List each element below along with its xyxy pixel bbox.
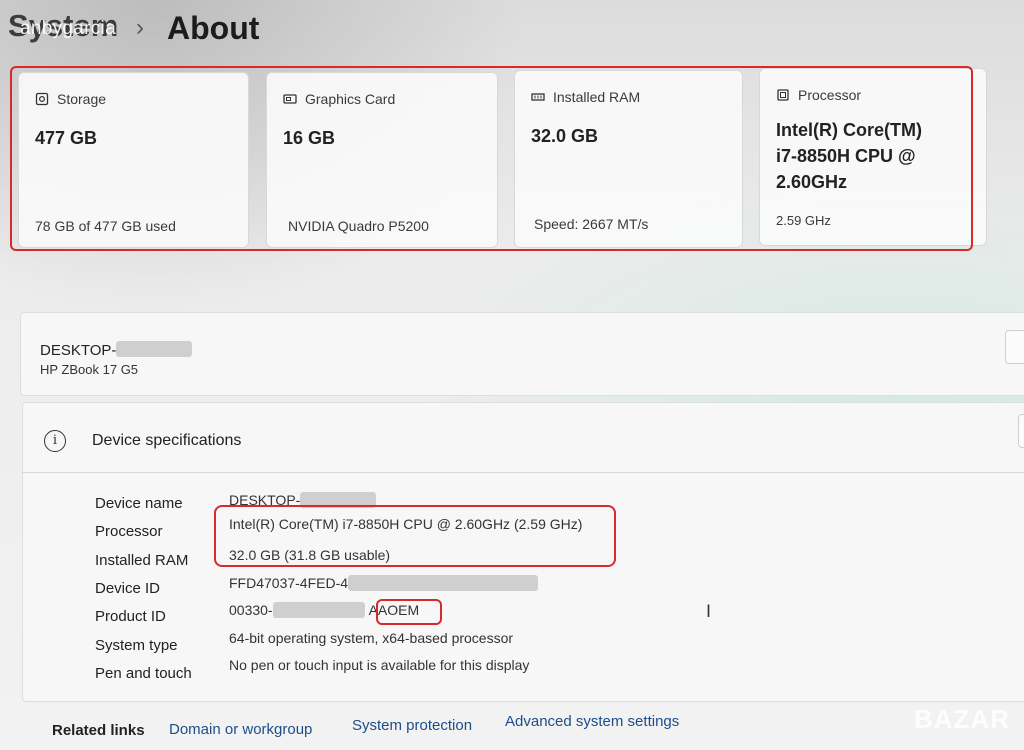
spec-label-installed-ram: Installed RAM	[95, 552, 189, 569]
spec-label-system-type: System type	[95, 637, 178, 654]
spec-value-system-type: 64-bit operating system, x64-based proce…	[229, 630, 514, 646]
spec-value-pen-and-touch: No pen or touch input is available for t…	[229, 657, 530, 673]
device-name-text: DESKTOP-	[40, 342, 117, 359]
spec-label-pen-and-touch: Pen and touch	[95, 665, 192, 682]
system-protection-link[interactable]: System protection	[352, 717, 472, 734]
rename-button[interactable]	[1005, 330, 1024, 364]
spec-value-product-id-text: 00330-	[229, 602, 273, 618]
spec-label-device-id: Device ID	[95, 580, 161, 597]
spec-label-processor: Processor	[95, 523, 163, 540]
spec-value-device-id-text: FFD47037-4FED-4	[229, 575, 349, 591]
info-icon: i	[44, 430, 66, 452]
cards-highlight	[10, 66, 973, 251]
redacted-blur	[116, 341, 193, 357]
spec-label-product-id: Product ID	[95, 608, 166, 625]
related-links-label: Related links	[52, 722, 145, 739]
advanced-system-settings-link[interactable]: Advanced system settings	[505, 713, 679, 730]
processor-ram-highlight	[214, 505, 616, 567]
breadcrumb-separator: ›	[136, 14, 144, 41]
redacted-blur	[348, 575, 539, 591]
photo-watermark: anbygarcia	[20, 18, 116, 39]
device-model: HP ZBook 17 G5	[40, 362, 139, 377]
text-cursor-icon: I	[706, 602, 712, 622]
spec-value-device-id: FFD47037-4FED-4	[229, 575, 539, 591]
device-name: DESKTOP-	[40, 341, 193, 359]
page-title: About	[167, 10, 260, 46]
bazar-logo: BAZAR	[914, 704, 1010, 734]
product-id-highlight	[376, 599, 442, 625]
specs-divider	[22, 472, 1024, 473]
domain-or-workgroup-link[interactable]: Domain or workgroup	[169, 721, 312, 738]
spec-label-device-name: Device name	[95, 495, 183, 512]
device-specifications-title[interactable]: Device specifications	[92, 432, 241, 450]
copy-button[interactable]	[1018, 414, 1024, 448]
redacted-blur	[272, 602, 365, 618]
